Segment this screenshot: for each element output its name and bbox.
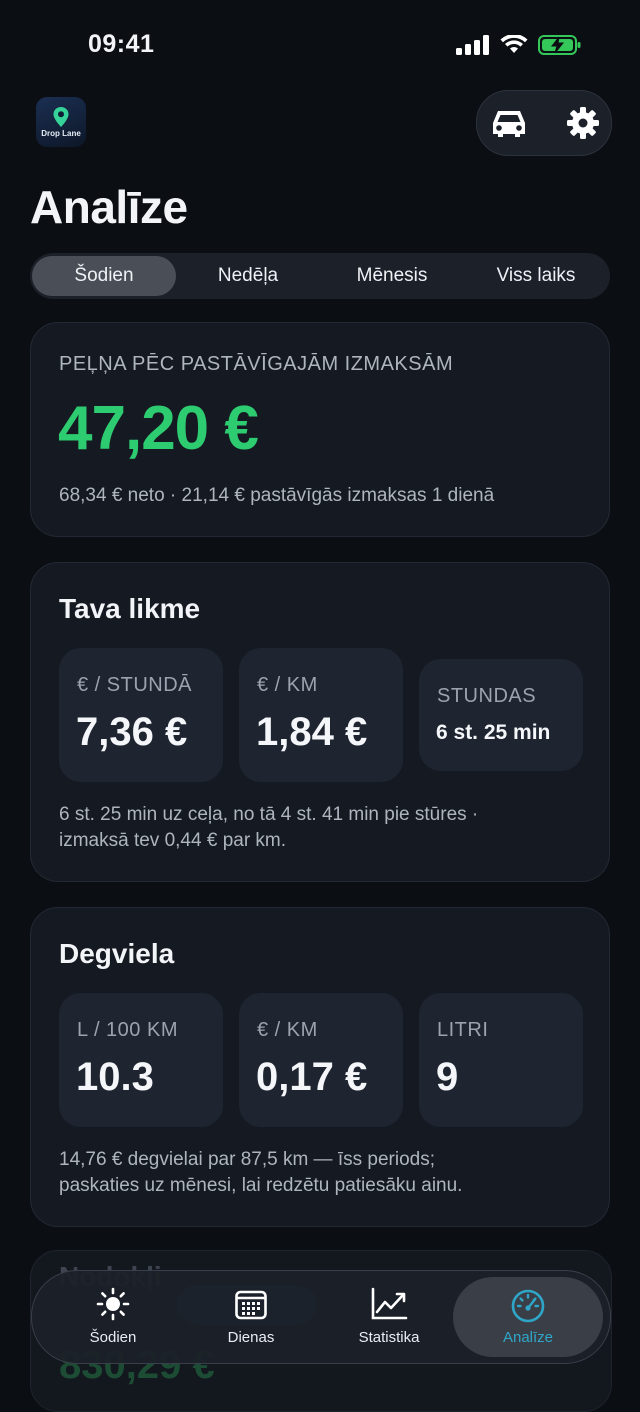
settings-button[interactable]: [561, 101, 605, 145]
tab-bar-statistics[interactable]: Statistika: [320, 1271, 458, 1363]
metric-label: € / KM: [257, 1019, 318, 1041]
tab-bar-label: Statistika: [358, 1329, 420, 1346]
rate-note-line2: izmaksā tev 0,44 € par km.: [59, 830, 287, 851]
app-logo: Drop Lane: [36, 97, 86, 147]
fuel-card: Degviela L / 100 KM 10.3 € / KM 0,17 € L…: [30, 907, 610, 1227]
metric-label: STUNDAS: [437, 685, 537, 707]
tab-bar-days[interactable]: Dienas: [182, 1271, 320, 1363]
metric-value: 9: [436, 1055, 459, 1099]
metric-label: € / STUNDĀ: [77, 674, 193, 696]
rate-card: Tava likme € / STUNDĀ 7,36 € € / KM 1,84…: [30, 562, 610, 882]
vehicle-button[interactable]: [487, 101, 531, 145]
profit-label: PEĻŅA PĒC PASTĀVĪGAJĀM IZMAKSĀM: [59, 353, 454, 375]
gear-icon: [567, 107, 599, 139]
map-pin-icon: [53, 107, 69, 127]
fuel-note-line1: 14,76 € degvielai par 87,5 km — īss peri…: [59, 1149, 435, 1170]
metric-per-hour: € / STUNDĀ 7,36 €: [59, 648, 223, 782]
metric-hours: STUNDAS 6 st. 25 min: [419, 659, 583, 771]
chart-icon: [371, 1287, 408, 1320]
page-title: Analīze: [30, 181, 188, 233]
tab-bar-label: Dienas: [227, 1329, 275, 1346]
bottom-tab-bar: Šodien Dienas Statistika Analīze: [31, 1270, 611, 1364]
metric-label: LITRI: [437, 1019, 489, 1041]
gauge-icon: [511, 1289, 545, 1323]
wifi-icon: [500, 35, 528, 53]
metric-per-km: € / KM 1,84 €: [239, 648, 403, 782]
metric-value: 7,36 €: [76, 710, 188, 754]
metric-label: € / KM: [257, 674, 318, 696]
app-logo-text: Drop Lane: [41, 129, 81, 138]
tab-all-time[interactable]: Viss laiks: [464, 256, 608, 296]
tab-bar-analysis[interactable]: Analīze: [453, 1277, 603, 1357]
calendar-icon: [235, 1290, 267, 1320]
profit-value: 47,20 €: [58, 394, 259, 463]
status-time: 09:41: [88, 30, 155, 58]
metric-fuel-per-km: € / KM 0,17 €: [239, 993, 403, 1127]
metric-label: L / 100 KM: [77, 1019, 178, 1041]
fuel-note-line2: paskaties uz mēnesi, lai redzētu patiesā…: [59, 1175, 463, 1196]
status-bar: 09:41: [0, 0, 640, 90]
period-segmented-control: Šodien Nedēļa Mēnesis Viss laiks: [30, 253, 610, 299]
metric-value: 0,17 €: [256, 1055, 368, 1099]
tab-week[interactable]: Nedēļa: [176, 256, 320, 296]
tab-bar-label: Šodien: [89, 1329, 137, 1346]
metric-liters: LITRI 9: [419, 993, 583, 1127]
battery-charging-icon: [538, 35, 581, 55]
rate-card-title: Tava likme: [59, 593, 201, 624]
metric-fuel-consumption: L / 100 KM 10.3: [59, 993, 223, 1127]
tab-month[interactable]: Mēnesis: [320, 256, 464, 296]
profit-card: PEĻŅA PĒC PASTĀVĪGAJĀM IZMAKSĀM 47,20 € …: [30, 322, 610, 537]
status-icons: [456, 34, 582, 56]
metric-value: 10.3: [76, 1055, 154, 1099]
sun-icon: [96, 1287, 130, 1321]
top-actions: [476, 90, 612, 156]
tab-bar-label: Analīze: [502, 1329, 554, 1346]
tab-bar-today[interactable]: Šodien: [44, 1271, 182, 1363]
fuel-card-title: Degviela: [59, 938, 175, 969]
metric-value: 6 st. 25 min: [436, 721, 551, 744]
metric-value: 1,84 €: [256, 710, 368, 754]
rate-note-line1: 6 st. 25 min uz ceļa, no tā 4 st. 41 min…: [59, 804, 479, 825]
profit-subtitle: 68,34 € neto · 21,14 € pastāvīgās izmaks…: [59, 485, 495, 506]
cellular-signal-icon: [456, 35, 489, 55]
car-icon: [493, 111, 525, 137]
tab-today[interactable]: Šodien: [32, 256, 176, 296]
